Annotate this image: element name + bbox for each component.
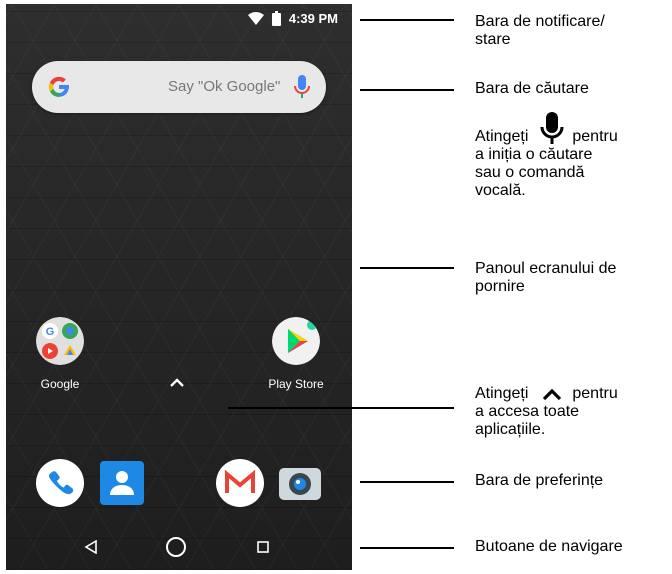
status-time: 4:39 PM: [288, 11, 338, 26]
home-button[interactable]: [165, 536, 187, 558]
play-store-label: Play Store: [268, 377, 324, 391]
google-label: Google: [40, 377, 80, 391]
microphone-icon: [540, 112, 564, 144]
callout-nav-line: [360, 547, 454, 549]
camera-app-icon[interactable]: [276, 459, 324, 507]
play-store-app[interactable]: Play Store: [256, 317, 336, 391]
phone-screen: 4:39 PM Say "Ok Google" G Google Play St…: [6, 4, 352, 570]
microphone-icon[interactable]: [294, 75, 310, 99]
callout-favorites-line: [360, 481, 454, 483]
wifi-icon: [247, 12, 264, 25]
back-button[interactable]: [84, 540, 98, 554]
google-folder-icon: G: [36, 317, 84, 365]
google-folder[interactable]: G Google: [20, 317, 100, 391]
label-nav-buttons: Butoane de navigare: [475, 538, 623, 555]
gmail-app-icon[interactable]: [216, 459, 264, 507]
phone-app-icon[interactable]: [36, 459, 84, 507]
label-voice-tip: Atingeți pentru a iniția o căutare sau o…: [475, 112, 618, 200]
google-g-icon: [48, 76, 69, 98]
svg-text:G: G: [46, 326, 55, 338]
search-placeholder: Say "Ok Google": [168, 78, 281, 95]
recents-button[interactable]: [257, 541, 269, 553]
label-apps-tip: Atingeți pentru a accesa toate aplicații…: [475, 385, 618, 438]
contacts-app-icon[interactable]: [98, 459, 146, 507]
label-favorites-bar: Bara de preferințe: [475, 472, 604, 489]
callout-search-line: [360, 89, 454, 91]
label-notification-bar: Bara de notificare/ stare: [475, 13, 605, 48]
battery-icon: [271, 11, 281, 26]
play-store-icon: [272, 317, 320, 365]
chevron-up-icon: [543, 388, 562, 401]
callout-apps-line: [228, 407, 454, 409]
callout-home-panel-line: [360, 267, 454, 269]
callout-notification-line: [360, 19, 454, 21]
search-bar[interactable]: Say "Ok Google": [32, 61, 326, 113]
status-bar[interactable]: 4:39 PM: [6, 4, 352, 34]
chevron-up-icon[interactable]: [169, 376, 185, 388]
label-home-panel: Panoul ecranului de pornire: [475, 260, 617, 295]
label-search-bar: Bara de căutare: [475, 80, 589, 97]
